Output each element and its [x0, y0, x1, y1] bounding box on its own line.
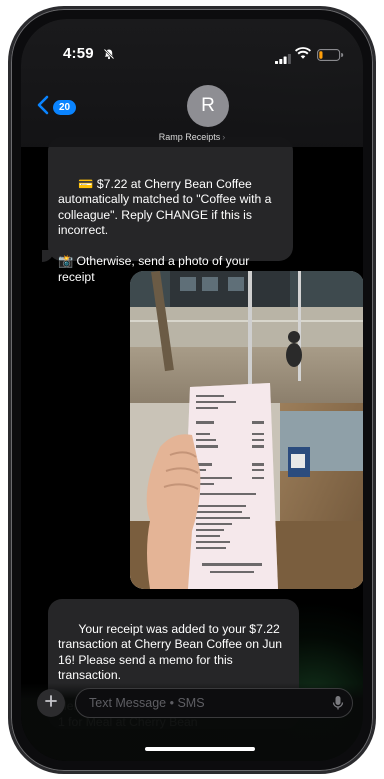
avatar-initial: R	[201, 95, 215, 116]
phone-frame: 4:59 20 R Ramp Receipts › 💳 $7.22 at Che…	[8, 6, 376, 774]
receipt-photo-image	[130, 271, 363, 589]
chevron-right-icon: ›	[222, 132, 226, 142]
message-input[interactable]	[87, 695, 321, 711]
back-button[interactable]: 20	[37, 95, 77, 120]
contact-name: Ramp Receipts	[158, 132, 221, 142]
home-indicator[interactable]	[145, 747, 255, 751]
message-bubble[interactable]: 💳 $7.22 at Cherry Bean Coffee automatica…	[48, 137, 293, 284]
microphone-icon[interactable]	[332, 695, 344, 716]
message-input-container	[75, 688, 353, 718]
add-attachment-button[interactable]	[37, 689, 65, 717]
low-battery-icon	[317, 48, 344, 66]
unread-count-badge: 20	[53, 100, 77, 115]
contact-avatar[interactable]: R	[187, 85, 229, 127]
receipt-photo[interactable]	[130, 271, 363, 589]
contact-name-button[interactable]: Ramp Receipts ›	[21, 132, 363, 142]
cellular-signal-icon	[275, 51, 291, 69]
message-text: 💳 $7.22 at Cherry Bean Coffee automatica…	[58, 176, 272, 284]
chevron-left-icon	[37, 95, 49, 120]
status-time: 4:59	[63, 45, 94, 62]
screen: 4:59 20 R Ramp Receipts › 💳 $7.22 at Che…	[21, 19, 363, 761]
silent-bell-icon	[103, 47, 115, 65]
message-composer	[21, 683, 363, 761]
plus-icon	[45, 694, 57, 712]
wifi-icon	[295, 47, 311, 65]
status-bar: 4:59	[21, 19, 363, 79]
